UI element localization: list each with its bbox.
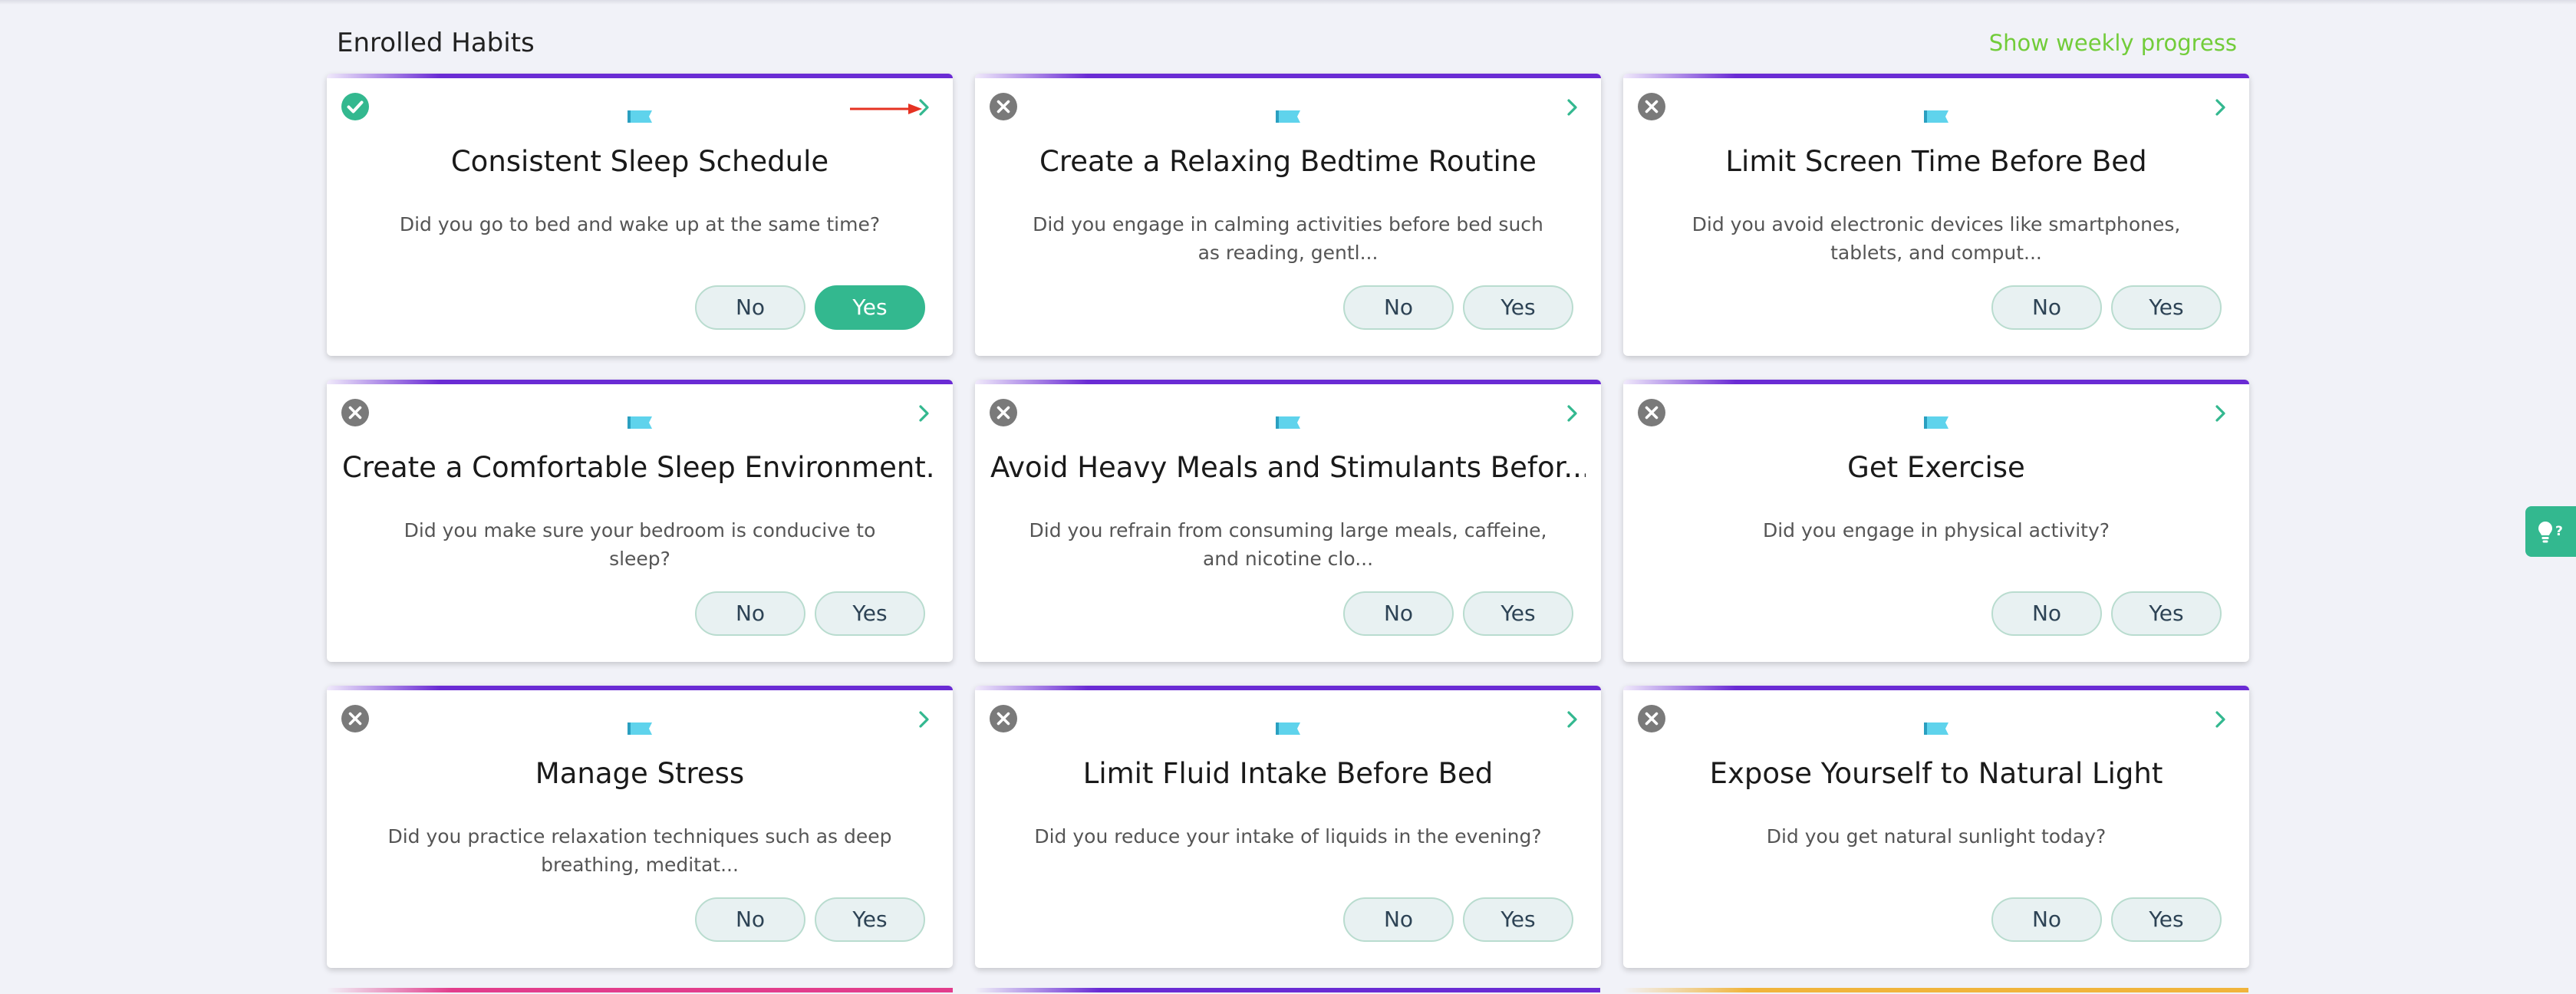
card-top-accent — [975, 74, 1601, 78]
lightbulb-question-icon: ? — [2538, 522, 2563, 543]
flag-icon — [1922, 107, 1950, 124]
habit-question: Did you refrain from consuming large mea… — [1029, 519, 1547, 570]
card-top-accent — [975, 686, 1601, 690]
habit-question: Did you engage in calming activities bef… — [1033, 213, 1543, 264]
habit-question: Did you go to bed and wake up at the sam… — [399, 213, 881, 235]
yes-button[interactable]: Yes — [1463, 285, 1573, 330]
no-button[interactable]: No — [695, 591, 805, 636]
chevron-right-icon[interactable] — [2211, 403, 2229, 424]
card-top-accent — [1623, 686, 2249, 690]
next-row-card-edge — [974, 988, 1600, 992]
help-tab[interactable]: ? — [2525, 506, 2576, 557]
yes-button[interactable]: Yes — [815, 897, 925, 942]
chevron-right-icon[interactable] — [1563, 97, 1581, 118]
no-button[interactable]: No — [695, 285, 805, 330]
no-button[interactable]: No — [1343, 897, 1454, 942]
habit-card: Avoid Heavy Meals and Stimulants Befor..… — [975, 380, 1601, 662]
habit-title: Avoid Heavy Meals and Stimulants Befor..… — [990, 451, 1586, 484]
next-row-card-edge — [327, 988, 953, 992]
habit-card: Expose Yourself to Natural Light Did you … — [1623, 686, 2249, 968]
habit-card: Create a Relaxing Bedtime Routine Did you… — [975, 74, 1601, 356]
habit-title: Manage Stress — [535, 757, 745, 790]
x-circle-icon — [989, 92, 1018, 121]
top-bar-shadow — [0, 0, 2576, 5]
flag-icon — [1274, 413, 1302, 430]
card-top-accent — [1623, 380, 2249, 384]
next-row-card-edge — [1622, 988, 2248, 992]
x-circle-icon — [341, 704, 370, 733]
svg-text:?: ? — [2555, 524, 2563, 539]
no-button[interactable]: No — [1991, 591, 2102, 636]
yes-button[interactable]: Yes — [1463, 897, 1573, 942]
habit-card: Limit Screen Time Before Bed Did you avoi… — [1623, 74, 2249, 356]
card-top-accent — [327, 686, 953, 690]
habit-card: Consistent Sleep Schedule Did you go to b… — [327, 74, 953, 356]
flag-icon — [1274, 107, 1302, 124]
yes-button[interactable]: Yes — [815, 285, 925, 330]
card-top-accent — [327, 74, 953, 78]
chevron-right-icon[interactable] — [2211, 709, 2229, 730]
yes-button[interactable]: Yes — [1463, 591, 1573, 636]
no-button[interactable]: No — [1343, 591, 1454, 636]
annotation-arrow — [848, 103, 925, 115]
habit-card: Get Exercise Did you engage in physical a… — [1623, 380, 2249, 662]
flag-icon — [626, 719, 654, 736]
chevron-right-icon[interactable] — [1563, 403, 1581, 424]
habit-question: Did you make sure your bedroom is conduc… — [404, 519, 876, 570]
flag-icon — [1922, 719, 1950, 736]
habit-question: Did you reduce your intake of liquids in… — [1034, 825, 1542, 848]
chevron-right-icon[interactable] — [914, 709, 933, 730]
habit-title: Get Exercise — [1847, 451, 2025, 484]
flag-icon — [1274, 719, 1302, 736]
card-top-accent — [1623, 74, 2249, 78]
no-button[interactable]: No — [1991, 285, 2102, 330]
habit-card: Limit Fluid Intake Before Bed Did you red… — [975, 686, 1601, 968]
chevron-right-icon[interactable] — [2211, 97, 2229, 118]
habit-title: Create a Relaxing Bedtime Routine — [1039, 145, 1537, 178]
habit-title: Create a Comfortable Sleep Environment..… — [342, 451, 937, 484]
card-top-accent — [327, 380, 953, 384]
habit-title: Limit Screen Time Before Bed — [1725, 145, 2147, 178]
no-button[interactable]: No — [695, 897, 805, 942]
habit-card: Manage Stress Did you practice relaxation… — [327, 686, 953, 968]
no-button[interactable]: No — [1991, 897, 2102, 942]
chevron-right-icon[interactable] — [914, 403, 933, 424]
card-top-accent — [975, 380, 1601, 384]
habit-question: Did you practice relaxation techniques s… — [387, 825, 892, 876]
habit-title: Limit Fluid Intake Before Bed — [1082, 757, 1494, 790]
flag-icon — [626, 413, 654, 430]
habit-question: Did you avoid electronic devices like sm… — [1692, 213, 2181, 264]
habit-title: Consistent Sleep Schedule — [450, 145, 829, 178]
x-circle-icon — [1637, 92, 1666, 121]
no-button[interactable]: No — [1343, 285, 1454, 330]
show-weekly-progress-link[interactable]: Show weekly progress — [1989, 26, 2237, 60]
flag-icon — [626, 107, 654, 124]
x-circle-icon — [989, 704, 1018, 733]
x-circle-icon — [989, 398, 1018, 427]
x-circle-icon — [341, 398, 370, 427]
habit-title: Expose Yourself to Natural Light — [1709, 757, 2163, 790]
flag-icon — [1922, 413, 1950, 430]
check-circle-icon — [341, 92, 370, 121]
yes-button[interactable]: Yes — [2111, 285, 2222, 330]
habit-card: Create a Comfortable Sleep Environment..… — [327, 380, 953, 662]
habit-question: Did you get natural sunlight today? — [1766, 825, 2107, 848]
x-circle-icon — [1637, 398, 1666, 427]
section-title: Enrolled Habits — [337, 28, 535, 58]
x-circle-icon — [1637, 704, 1666, 733]
section-header: Enrolled Habits Show weekly progress — [327, 26, 2237, 60]
yes-button[interactable]: Yes — [815, 591, 925, 636]
chevron-right-icon[interactable] — [1563, 709, 1581, 730]
yes-button[interactable]: Yes — [2111, 897, 2222, 942]
yes-button[interactable]: Yes — [2111, 591, 2222, 636]
habit-question: Did you engage in physical activity? — [1762, 519, 2110, 541]
